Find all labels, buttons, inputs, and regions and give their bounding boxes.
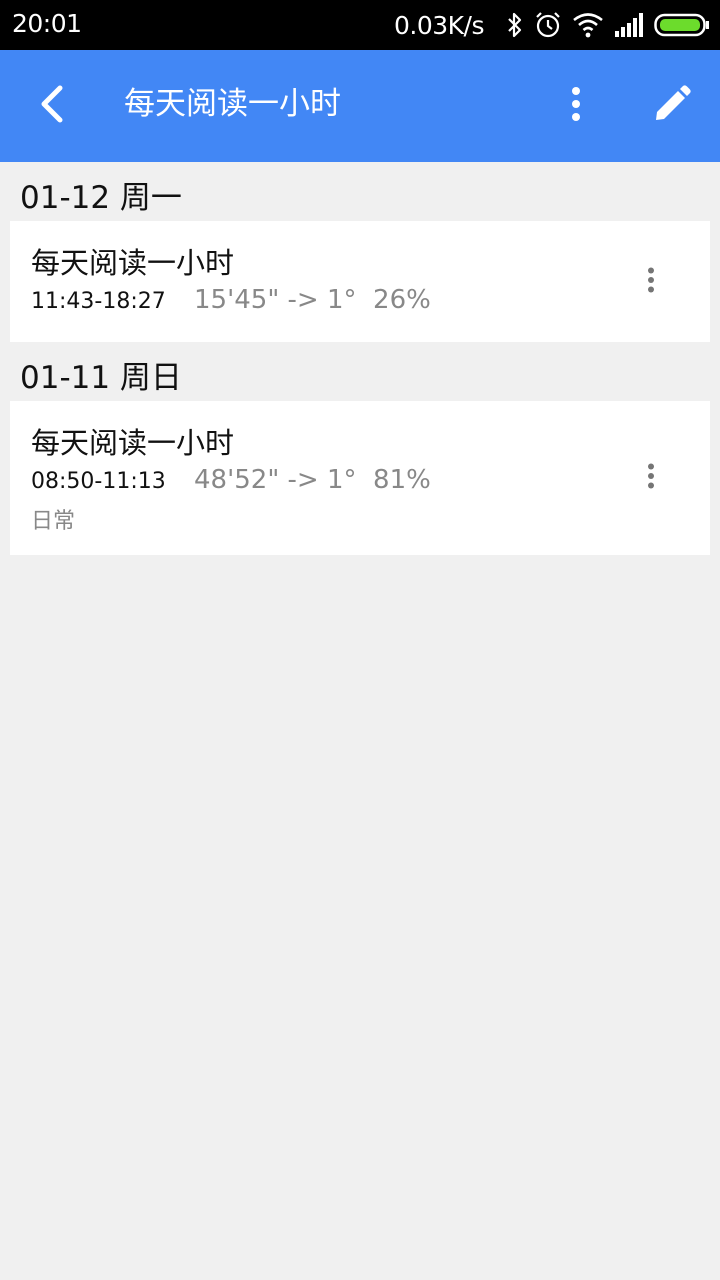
signal-icon — [614, 13, 644, 37]
network-speed: 0.03K/s — [393, 10, 485, 40]
status-time: 20:01 — [12, 9, 82, 38]
more-vert-icon — [647, 267, 655, 297]
list-item[interactable]: 每天阅读一小时 11:43-18:27 15'45" -> 1° 26% — [10, 221, 710, 342]
item-tag: 日常 — [31, 509, 76, 534]
more-vert-icon — [647, 463, 655, 493]
app-bar: 每天阅读一小时 — [0, 50, 720, 162]
item-title: 每天阅读一小时 — [31, 426, 235, 460]
item-meta: 11:43-18:27 15'45" -> 1° 26% — [31, 285, 710, 323]
date-group-header: 01-12 周一 — [20, 180, 182, 216]
item-more-button[interactable] — [636, 453, 666, 503]
back-button[interactable] — [22, 76, 82, 136]
date-group-header: 01-11 周日 — [20, 360, 182, 396]
item-stats: 15'45" -> 1° 26% — [194, 285, 431, 315]
page-title: 每天阅读一小时 — [124, 86, 341, 122]
bluetooth-icon — [506, 11, 524, 39]
status-bar: 20:01 0.03K/s — [0, 0, 720, 50]
back-arrow-icon — [38, 84, 66, 128]
item-time-range: 11:43-18:27 — [31, 289, 166, 314]
more-options-button[interactable] — [548, 76, 604, 136]
item-title: 每天阅读一小时 — [31, 246, 235, 280]
edit-button[interactable] — [642, 76, 702, 136]
item-meta: 08:50-11:13 48'52" -> 1° 81% — [31, 465, 710, 503]
status-icons: 0.03K/s — [394, 0, 710, 50]
alarm-icon — [534, 11, 562, 39]
more-vert-icon — [570, 86, 582, 126]
item-stats: 48'52" -> 1° 81% — [194, 465, 431, 495]
battery-icon — [654, 13, 710, 37]
item-more-button[interactable] — [636, 257, 666, 307]
record-list: 01-12 周一 每天阅读一小时 11:43-18:27 15'45" -> 1… — [0, 162, 720, 555]
item-time-range: 08:50-11:13 — [31, 469, 166, 494]
edit-pencil-icon — [652, 84, 692, 128]
wifi-icon — [572, 12, 604, 38]
list-item[interactable]: 每天阅读一小时 08:50-11:13 48'52" -> 1° 81% 日常 — [10, 401, 710, 555]
